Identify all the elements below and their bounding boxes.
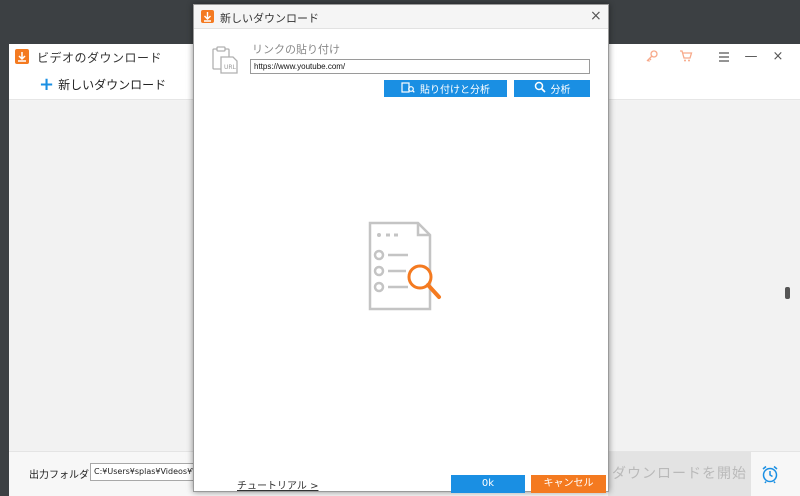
dialog-close-button[interactable]: × <box>590 8 602 24</box>
paste-and-analyze-label: 貼り付けと分析 <box>420 85 490 96</box>
paste-search-icon <box>401 81 415 97</box>
new-download-dialog: 新しいダウンロード × URL リンクの貼り付け https://www.you… <box>193 4 609 493</box>
plus-icon: + <box>39 73 55 95</box>
output-folder-input[interactable]: C:¥Users¥splas¥Videos¥Wond <box>90 463 200 481</box>
dialog-logo-icon <box>201 10 214 23</box>
clipboard-url-icon: URL <box>211 45 239 79</box>
new-download-label: 新しいダウンロード <box>58 78 167 92</box>
alarm-clock-icon[interactable] <box>760 464 780 488</box>
start-download-button[interactable]: ダウンロードを開始 <box>608 452 751 496</box>
analyze-label: 分析 <box>550 85 571 96</box>
tutorial-link[interactable]: チュートリアル > <box>237 477 318 492</box>
key-icon[interactable] <box>645 48 659 67</box>
paste-link-label: リンクの貼り付け <box>252 43 340 56</box>
main-window-title: ビデオのダウンロード <box>37 51 163 65</box>
analyze-button[interactable]: 分析 <box>514 80 590 97</box>
minimize-button[interactable]: — <box>736 44 766 70</box>
cart-icon[interactable] <box>679 48 693 67</box>
ok-button[interactable]: 0k <box>451 475 525 493</box>
dialog-titlebar: 新しいダウンロード × <box>194 5 608 29</box>
dialog-title: 新しいダウンロード <box>220 12 319 25</box>
search-icon <box>534 81 546 96</box>
output-folder-label: 出力フォルダ： <box>29 470 99 481</box>
cancel-button[interactable]: キャンセル <box>531 475 606 493</box>
paste-and-analyze-button[interactable]: 貼り付けと分析 <box>384 80 507 97</box>
document-search-icon <box>366 219 458 319</box>
svg-text:URL: URL <box>224 64 237 71</box>
url-input[interactable]: https://www.youtube.com/ <box>250 59 590 74</box>
scrollbar-thumb[interactable] <box>785 287 790 299</box>
menu-icon[interactable] <box>709 44 739 70</box>
close-button[interactable]: × <box>763 44 793 70</box>
app-logo-icon <box>15 49 29 64</box>
new-download-button[interactable]: + 新しいダウンロード <box>39 73 167 95</box>
